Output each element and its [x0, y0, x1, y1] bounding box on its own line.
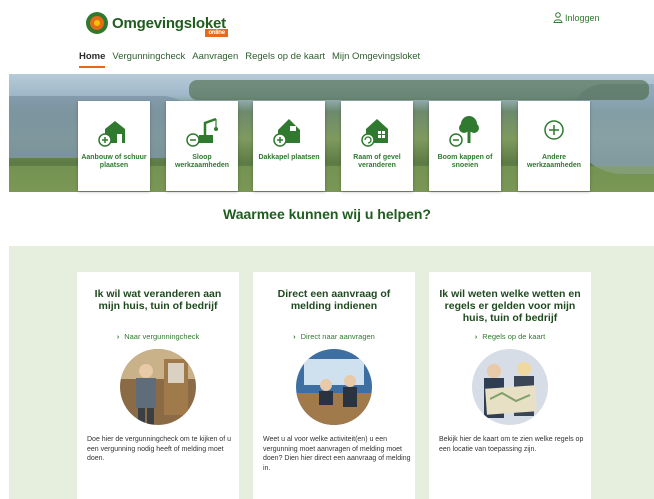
nav-item-mijn-omgevingsloket[interactable]: Mijn Omgevingsloket	[332, 51, 420, 68]
site-header: Omgevingsloket online Inloggen Home Verg…	[0, 0, 654, 72]
card-photo-builder	[120, 349, 196, 425]
chevron-right-icon: ›	[116, 332, 120, 341]
nav-item-home[interactable]: Home	[79, 51, 106, 68]
brand-sub: online	[205, 28, 228, 37]
login-link[interactable]: Inloggen	[553, 12, 600, 23]
card-description: Weet u al voor welke activiteit(en) u ee…	[263, 436, 411, 472]
card-photo-office	[296, 349, 372, 425]
window-house-icon	[361, 119, 388, 147]
card-link-vergunningcheck[interactable]: › Naar vergunningcheck	[77, 332, 239, 341]
card-photo-map	[472, 349, 548, 425]
house-plus-icon	[98, 121, 125, 147]
tile-raam-gevel[interactable]: Raam of gevel veranderen	[341, 101, 413, 191]
nav-item-regels-op-de-kaart[interactable]: Regels op de kaart	[245, 51, 325, 68]
tile-label: Boom kappen of snoeien	[437, 154, 493, 169]
tile-label: Sloop werkzaamheden	[174, 154, 230, 169]
tile-aanbouw[interactable]: Aanbouw of schuur plaatsen	[78, 101, 150, 191]
tile-dakkapel[interactable]: Dakkapel plaatsen	[253, 101, 325, 191]
card-link-aanvragen[interactable]: › Direct naar aanvragen	[253, 332, 415, 341]
nav-item-vergunningcheck[interactable]: Vergunningcheck	[112, 51, 185, 68]
card-aanvragen: Direct een aanvraag of melding indienen …	[253, 272, 415, 499]
main-nav: Home Vergunningcheck Aanvragen Regels op…	[79, 51, 427, 68]
logo-mark-icon	[86, 12, 108, 34]
user-icon	[553, 12, 563, 23]
card-title: Direct een aanvraag of melding indienen	[277, 288, 391, 312]
card-link-regels-op-de-kaart[interactable]: › Regels op de kaart	[429, 332, 591, 341]
card-title: Ik wil wat veranderen aan mijn huis, tui…	[94, 288, 222, 312]
card-description: Doe hier de vergunningcheck om te kijken…	[87, 436, 231, 462]
tile-label: Andere werkzaamheden	[526, 154, 582, 169]
card-description: Bekijk hier de kaart om te zien welke re…	[439, 436, 584, 453]
tile-label: Raam of gevel veranderen	[353, 154, 401, 169]
nav-item-aanvragen[interactable]: Aanvragen	[192, 51, 238, 68]
tile-label: Dakkapel plaatsen	[258, 154, 320, 161]
tile-andere[interactable]: Andere werkzaamheden	[518, 101, 590, 191]
plus-circle-icon	[544, 120, 564, 140]
card-vergunningcheck: Ik wil wat veranderen aan mijn huis, tui…	[77, 272, 239, 499]
crane-icon	[186, 117, 218, 147]
tile-sloop[interactable]: Sloop werkzaamheden	[166, 101, 238, 191]
chevron-right-icon: ›	[293, 332, 296, 341]
tree-minus-icon	[449, 116, 479, 147]
chevron-right-icon: ›	[474, 332, 478, 341]
card-regels-op-de-kaart: Ik wil weten welke wetten en regels er g…	[429, 272, 591, 499]
tile-label: Aanbouw of schuur plaatsen	[81, 154, 147, 169]
dormer-house-icon	[273, 119, 300, 147]
tile-boom-kappen[interactable]: Boom kappen of snoeien	[429, 101, 501, 191]
help-heading: Waarmee kunnen wij u helpen?	[223, 206, 431, 222]
login-label: Inloggen	[565, 12, 600, 23]
omgevingsloket-logo[interactable]: Omgevingsloket online	[86, 12, 228, 37]
card-title: Ik wil weten welke wetten en regels er g…	[439, 288, 581, 324]
